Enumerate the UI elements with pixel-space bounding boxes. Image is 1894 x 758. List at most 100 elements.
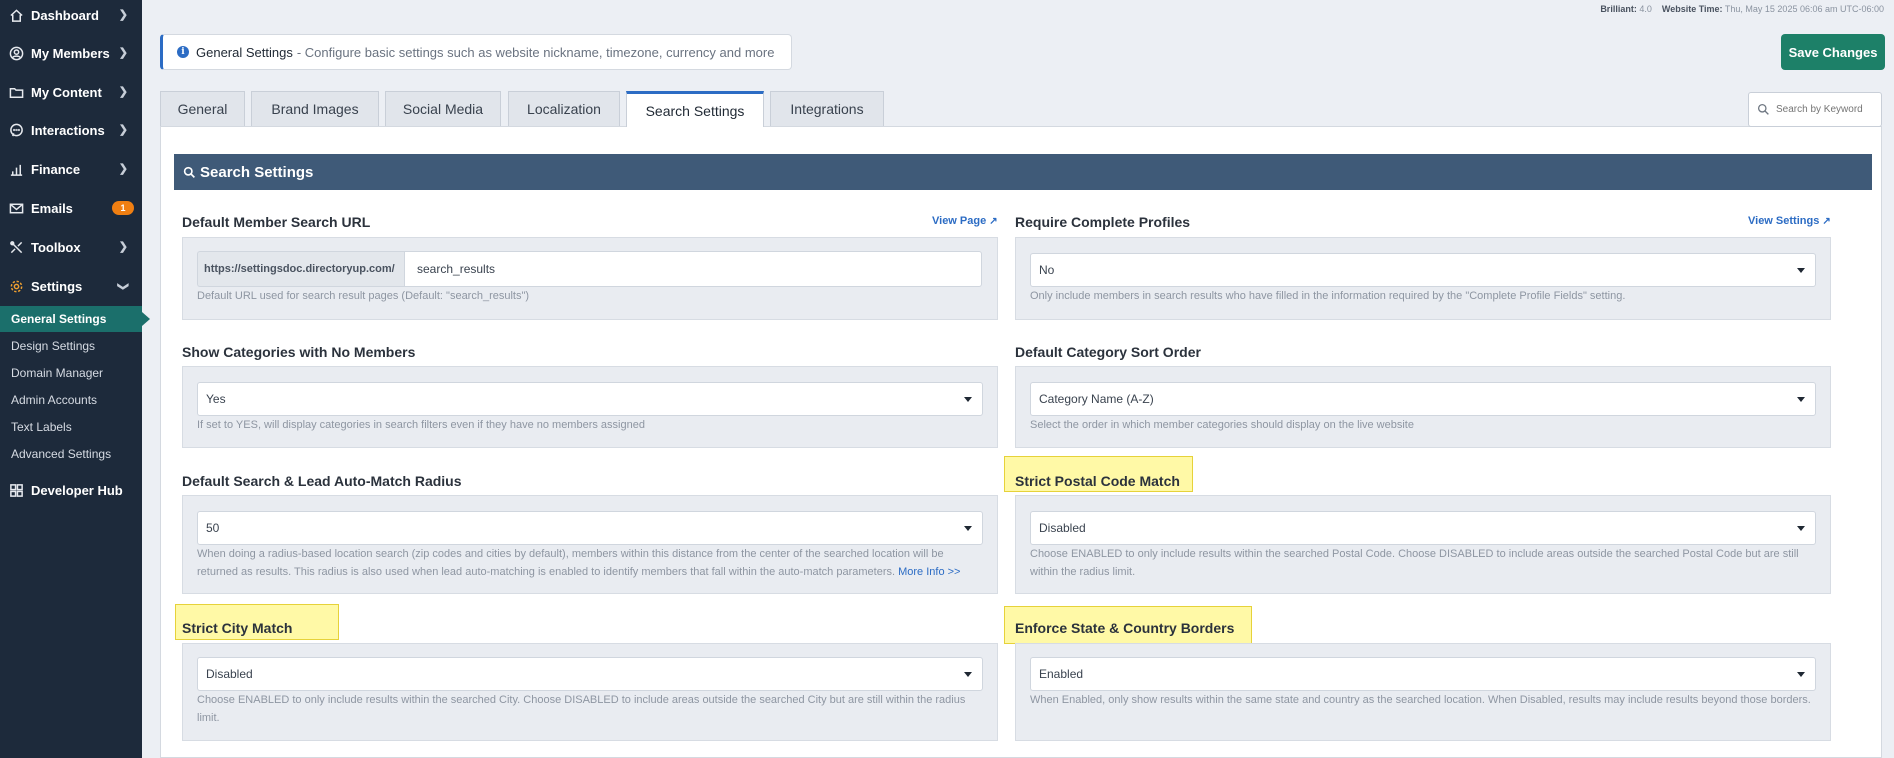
caret-down-icon xyxy=(964,397,972,402)
select-value: Disabled xyxy=(1039,521,1086,535)
sidebar-item-label: Toolbox xyxy=(31,239,81,255)
select-value: No xyxy=(1039,263,1055,277)
chevron-right-icon: ❯ xyxy=(118,86,128,98)
sidebar-item-dashboard[interactable]: Dashboard ❯ xyxy=(0,0,142,30)
complete-profiles-select[interactable]: No xyxy=(1030,253,1816,287)
sidebar-item-interactions[interactable]: Interactions ❯ xyxy=(0,115,142,145)
chevron-right-icon: ❯ xyxy=(118,241,128,253)
url-prefix: https://settingsdoc.directoryup.com/ xyxy=(197,251,405,287)
radius-select[interactable]: 50 xyxy=(197,511,983,545)
bar-chart-icon xyxy=(8,161,24,177)
sidebar-item-my-content[interactable]: My Content ❯ xyxy=(0,77,142,107)
radius-help: When doing a radius-based location searc… xyxy=(197,545,983,581)
chevron-right-icon: ❯ xyxy=(118,163,128,175)
view-page-link[interactable]: View Page ↗ xyxy=(932,215,998,227)
view-settings-text: View Settings xyxy=(1748,215,1820,227)
sidebar-item-developer-hub[interactable]: Developer Hub xyxy=(0,475,142,505)
save-changes-button[interactable]: Save Changes xyxy=(1781,34,1885,70)
tab-general[interactable]: General xyxy=(160,91,245,126)
sidebar-item-label: Finance xyxy=(31,161,81,177)
tab-brand-images[interactable]: Brand Images xyxy=(251,91,379,126)
category-sort-help: Select the order in which member categor… xyxy=(1030,419,1414,431)
member-url-label: Default Member Search URL xyxy=(182,214,371,230)
sidebar-item-emails[interactable]: Emails 1 xyxy=(0,193,142,223)
postal-select[interactable]: Disabled xyxy=(1030,511,1816,545)
caret-down-icon xyxy=(964,672,972,677)
notification-badge: 1 xyxy=(112,201,134,215)
sidebar-item-toolbox[interactable]: Toolbox ❯ xyxy=(0,232,142,262)
page-description: - Configure basic settings such as websi… xyxy=(296,44,775,60)
borders-label: Enforce State & Country Borders xyxy=(1015,620,1235,636)
search-icon xyxy=(1757,103,1769,115)
chevron-right-icon: ❯ xyxy=(118,124,128,136)
sidebar-item-label: My Members xyxy=(31,45,110,61)
sidebar-item-label: Settings xyxy=(31,278,83,294)
select-value: Enabled xyxy=(1039,667,1084,681)
caret-down-icon xyxy=(1797,397,1805,402)
sidebar-sub-general-settings[interactable]: General Settings xyxy=(0,306,150,332)
radius-label: Default Search & Lead Auto-Match Radius xyxy=(182,473,462,489)
more-info-link[interactable]: More Info >> xyxy=(898,566,960,578)
chevron-down-icon: ❯ xyxy=(116,281,129,292)
chevron-right-icon: ❯ xyxy=(118,9,128,21)
sidebar-sub-design-settings[interactable]: Design Settings xyxy=(0,333,142,359)
complete-profiles-label: Require Complete Profiles xyxy=(1015,214,1191,230)
tools-icon xyxy=(8,239,24,255)
sidebar-sub-text-labels[interactable]: Text Labels xyxy=(0,414,142,440)
user-icon xyxy=(8,45,24,61)
city-select[interactable]: Disabled xyxy=(197,657,983,691)
keyword-search[interactable] xyxy=(1748,92,1882,127)
external-link-icon: ↗ xyxy=(1822,216,1831,227)
sidebar-sub-advanced-settings[interactable]: Advanced Settings xyxy=(0,441,142,467)
select-value: Category Name (A-Z) xyxy=(1039,392,1154,406)
sidebar-item-label: My Content xyxy=(31,84,102,100)
sidebar-item-label: Dashboard xyxy=(31,7,99,23)
sidebar-item-settings[interactable]: Settings ❯ xyxy=(0,271,142,301)
select-value: Disabled xyxy=(206,667,253,681)
website-time-label: Website Time: xyxy=(1661,4,1723,14)
grid-icon xyxy=(8,482,24,498)
chat-icon xyxy=(8,122,24,138)
select-value: 50 xyxy=(206,521,220,535)
sidebar: Dashboard ❯ My Members ❯ My Content ❯ In… xyxy=(0,0,150,758)
city-label: Strict City Match xyxy=(182,620,293,636)
version-value: 4.0 xyxy=(1639,4,1652,14)
tab-localization[interactable]: Localization xyxy=(508,91,620,126)
home-icon xyxy=(8,7,24,23)
show-categories-label: Show Categories with No Members xyxy=(182,344,416,360)
tab-search-settings[interactable]: Search Settings xyxy=(626,91,764,127)
sidebar-item-finance[interactable]: Finance ❯ xyxy=(0,154,142,184)
sidebar-sub-admin-accounts[interactable]: Admin Accounts xyxy=(0,387,142,413)
sidebar-item-my-members[interactable]: My Members ❯ xyxy=(0,38,142,68)
gear-icon xyxy=(8,278,24,294)
member-url-input[interactable] xyxy=(404,251,982,287)
external-link-icon: ↗ xyxy=(989,216,998,227)
tab-integrations[interactable]: Integrations xyxy=(770,91,884,126)
member-url-help: Default URL used for search result pages… xyxy=(197,290,530,302)
category-sort-label: Default Category Sort Order xyxy=(1015,344,1201,360)
select-value: Yes xyxy=(206,392,226,406)
borders-select[interactable]: Enabled xyxy=(1030,657,1816,691)
sidebar-item-label: Emails xyxy=(31,200,73,216)
caret-down-icon xyxy=(1797,526,1805,531)
postal-label: Strict Postal Code Match xyxy=(1015,473,1180,489)
section-header: Search Settings xyxy=(174,154,1872,190)
chevron-right-icon: ❯ xyxy=(118,47,128,59)
top-info: Brilliant: 4.0 Website Time: Thu, May 15… xyxy=(1600,4,1884,14)
search-input[interactable] xyxy=(1776,104,1881,115)
caret-down-icon xyxy=(1797,268,1805,273)
folder-icon xyxy=(8,84,24,100)
caret-down-icon xyxy=(964,526,972,531)
sidebar-sub-domain-manager[interactable]: Domain Manager xyxy=(0,360,142,386)
website-time-value: Thu, May 15 2025 06:06 am UTC-06:00 xyxy=(1724,4,1884,14)
version-label: Brilliant: xyxy=(1600,4,1637,14)
category-sort-select[interactable]: Category Name (A-Z) xyxy=(1030,382,1816,416)
view-settings-link[interactable]: View Settings ↗ xyxy=(1748,215,1831,227)
search-icon xyxy=(183,166,195,178)
show-categories-select[interactable]: Yes xyxy=(197,382,983,416)
sidebar-item-label: Developer Hub xyxy=(31,482,123,498)
tab-social-media[interactable]: Social Media xyxy=(385,91,501,126)
view-page-text: View Page xyxy=(932,215,987,227)
page-title: General Settings xyxy=(196,44,293,60)
radius-help-text: When doing a radius-based location searc… xyxy=(197,548,944,578)
